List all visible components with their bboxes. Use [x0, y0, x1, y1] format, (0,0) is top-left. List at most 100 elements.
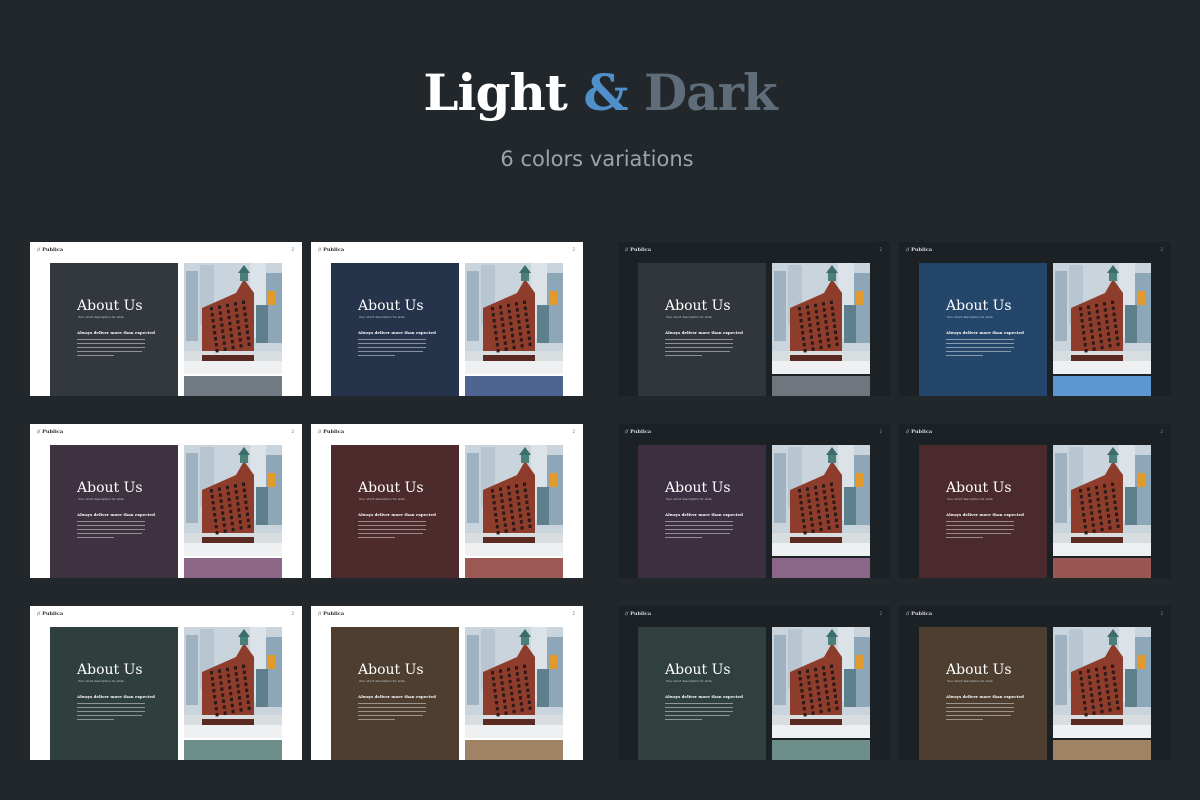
brand-name: Publica	[42, 611, 64, 617]
color-swatch	[465, 376, 563, 396]
brand-logo: // Publica	[318, 429, 344, 436]
title-word-light: Light	[423, 63, 568, 122]
brand-mark: //	[625, 429, 629, 435]
building-photo-icon	[1053, 627, 1151, 738]
slide-thumbnail-2: // Publica 2 About Us Your short descriptio…	[311, 242, 583, 396]
color-swatch	[465, 740, 563, 760]
content-panel: About Us Your short description for slide…	[638, 627, 766, 760]
slide-subtitle: Your short description for slide	[78, 497, 124, 501]
color-swatch	[184, 558, 282, 578]
slide-title: About Us	[358, 480, 424, 496]
body-text-lines	[77, 521, 145, 541]
slide-thumbnail-9: // Publica 2 About Us Your short descriptio…	[30, 606, 302, 760]
brand-name: Publica	[630, 429, 652, 435]
slide-subtitle: Your short description for slide	[78, 679, 124, 683]
slide-title: About Us	[77, 480, 143, 496]
brand-logo: // Publica	[906, 247, 932, 254]
slide-heading: Always deliver more than expected	[946, 694, 1024, 699]
slide-thumbnail-7: // Publica 2 About Us Your short descriptio…	[618, 424, 890, 578]
page-number: 2	[572, 611, 575, 616]
content-panel: About Us Your short description for slide…	[919, 445, 1047, 578]
brand-mark: //	[625, 247, 629, 253]
body-text-lines	[665, 339, 733, 359]
slide-title: About Us	[946, 662, 1012, 678]
content-panel: About Us Your short description for slide…	[331, 263, 459, 396]
brand-logo: // Publica	[37, 611, 63, 618]
brand-name: Publica	[911, 247, 933, 253]
brand-name: Publica	[630, 247, 652, 253]
content-panel: About Us Your short description for slide…	[638, 263, 766, 396]
slide-title: About Us	[665, 662, 731, 678]
brand-logo: // Publica	[318, 611, 344, 618]
slide-title: About Us	[946, 480, 1012, 496]
slide-title: About Us	[358, 298, 424, 314]
main-subtitle: 6 colors variations	[500, 147, 694, 171]
building-photo-icon	[772, 445, 870, 556]
brand-logo: // Publica	[625, 429, 651, 436]
slide-heading: Always deliver more than expected	[946, 330, 1024, 335]
page-number: 2	[1160, 611, 1163, 616]
brand-mark: //	[37, 611, 41, 617]
body-text-lines	[358, 339, 426, 359]
brand-mark: //	[625, 611, 629, 617]
slide-subtitle: Your short description for slide	[359, 679, 405, 683]
color-swatch	[465, 558, 563, 578]
page-number: 2	[1160, 429, 1163, 434]
brand-mark: //	[37, 429, 41, 435]
slide-subtitle: Your short description for slide	[947, 679, 993, 683]
main-title: Light & Dark	[0, 58, 1200, 128]
brand-logo: // Publica	[625, 611, 651, 618]
brand-mark: //	[318, 247, 322, 253]
slide-subtitle: Your short description for slide	[947, 315, 993, 319]
content-panel: About Us Your short description for slide…	[638, 445, 766, 578]
slide-heading: Always deliver more than expected	[77, 694, 155, 699]
body-text-lines	[946, 703, 1014, 723]
slide-heading: Always deliver more than expected	[665, 694, 743, 699]
body-text-lines	[665, 521, 733, 541]
color-swatch	[1053, 376, 1151, 396]
brand-name: Publica	[630, 611, 652, 617]
slide-thumbnail-8: // Publica 2 About Us Your short descriptio…	[899, 424, 1171, 578]
slide-subtitle: Your short description for slide	[78, 315, 124, 319]
slide-heading: Always deliver more than expected	[77, 512, 155, 517]
slide-thumbnail-12: // Publica 2 About Us Your short descriptio…	[899, 606, 1171, 760]
title-ampersand: &	[583, 63, 628, 122]
building-photo-icon	[465, 445, 563, 556]
page-number: 2	[572, 429, 575, 434]
slide-thumbnail-1: // Publica 2 About Us Your short descriptio…	[30, 242, 302, 396]
content-panel: About Us Your short description for slide…	[919, 627, 1047, 760]
building-photo-icon	[184, 627, 282, 738]
slide-title: About Us	[77, 298, 143, 314]
brand-name: Publica	[42, 247, 64, 253]
brand-mark: //	[906, 247, 910, 253]
slide-heading: Always deliver more than expected	[946, 512, 1024, 517]
slide-thumbnail-3: // Publica 2 About Us Your short descriptio…	[618, 242, 890, 396]
body-text-lines	[358, 703, 426, 723]
slide-subtitle: Your short description for slide	[666, 497, 712, 501]
body-text-lines	[946, 521, 1014, 541]
brand-logo: // Publica	[906, 611, 932, 618]
content-panel: About Us Your short description for slide…	[919, 263, 1047, 396]
slide-title: About Us	[665, 298, 731, 314]
slide-thumbnail-11: // Publica 2 About Us Your short descriptio…	[618, 606, 890, 760]
page-number: 2	[572, 247, 575, 252]
content-panel: About Us Your short description for slide…	[50, 445, 178, 578]
page-number: 2	[291, 611, 294, 616]
slide-heading: Always deliver more than expected	[358, 694, 436, 699]
title-word-dark: Dark	[643, 63, 778, 122]
slide-thumbnail-4: // Publica 2 About Us Your short descriptio…	[899, 242, 1171, 396]
brand-name: Publica	[911, 611, 933, 617]
body-text-lines	[77, 339, 145, 359]
color-swatch	[772, 740, 870, 760]
slide-title: About Us	[77, 662, 143, 678]
slide-thumbnail-10: // Publica 2 About Us Your short descriptio…	[311, 606, 583, 760]
brand-name: Publica	[323, 611, 345, 617]
slide-thumbnail-6: // Publica 2 About Us Your short descriptio…	[311, 424, 583, 578]
slide-subtitle: Your short description for slide	[666, 315, 712, 319]
slide-subtitle: Your short description for slide	[359, 315, 405, 319]
page-number: 2	[879, 247, 882, 252]
slide-subtitle: Your short description for slide	[666, 679, 712, 683]
body-text-lines	[946, 339, 1014, 359]
slide-title: About Us	[946, 298, 1012, 314]
slide-subtitle: Your short description for slide	[947, 497, 993, 501]
